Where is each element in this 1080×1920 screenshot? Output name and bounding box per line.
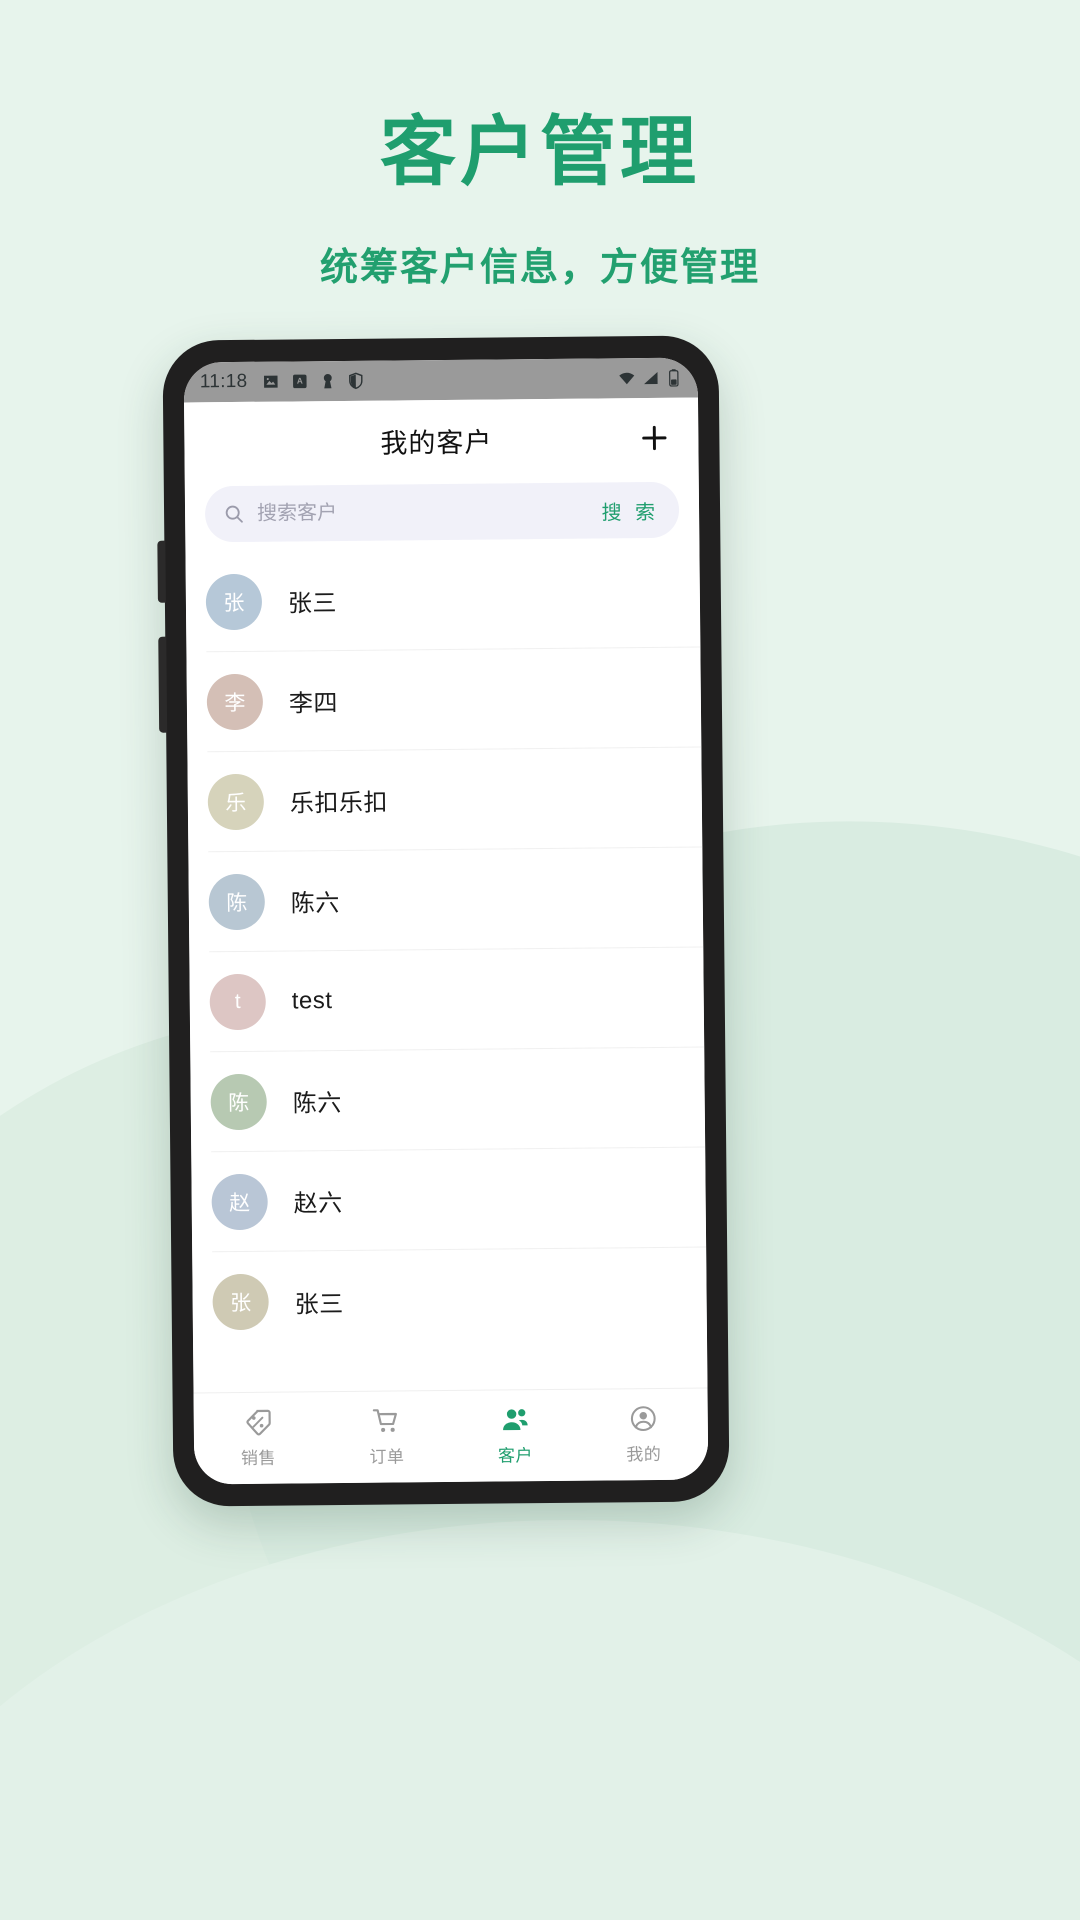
status-bar: 11:18 A: [183, 357, 698, 403]
table-row[interactable]: 张 张三: [212, 1248, 707, 1353]
table-row[interactable]: 赵 赵六: [211, 1147, 707, 1253]
tab-orders[interactable]: 订单: [322, 1391, 451, 1483]
profile-icon: [631, 1406, 656, 1432]
add-customer-button[interactable]: [632, 416, 676, 460]
table-row[interactable]: 乐 乐扣乐扣: [207, 747, 703, 853]
status-bar-left-icons: A: [261, 372, 364, 391]
avatar: t: [209, 973, 267, 1030]
table-row[interactable]: 张 张三: [205, 547, 701, 653]
customers-icon: [502, 1409, 528, 1431]
avatar: 乐: [207, 773, 265, 830]
tab-label: 客户: [497, 1446, 533, 1466]
page-title: 客户管理: [380, 110, 700, 195]
tab-label: 我的: [626, 1444, 662, 1465]
phone-screen: 11:18 A 我的客户 搜索客户 搜 索 张 张三 李 李四 乐 乐扣乐扣 陈…: [183, 357, 709, 1485]
search-input[interactable]: [256, 499, 592, 526]
bottom-tab-bar: 销售 订单 客户 我的: [193, 1387, 709, 1485]
status-bar-time: 11:18: [199, 370, 248, 393]
app-title: 我的客户: [380, 427, 493, 459]
promo-headings: 客户管理 统筹客户信息，方便管理: [0, 110, 1080, 291]
cart-icon: [373, 1409, 398, 1432]
status-bar-right-icons: [618, 369, 682, 388]
svg-text:A: A: [296, 377, 302, 386]
avatar: 张: [212, 1273, 269, 1331]
search-icon: [223, 503, 245, 525]
translate-icon: A: [292, 374, 307, 389]
customer-name: test: [291, 986, 333, 1014]
avatar: 赵: [211, 1173, 268, 1230]
search-bar[interactable]: 搜 索: [204, 481, 680, 543]
tab-sales[interactable]: 销售: [194, 1392, 323, 1484]
image-icon: [263, 375, 278, 388]
tab-label: 销售: [240, 1448, 276, 1468]
wifi-icon: [619, 372, 635, 385]
tab-label: 订单: [369, 1447, 405, 1467]
avatar: 李: [206, 673, 264, 730]
customer-name: 乐扣乐扣: [289, 789, 388, 818]
signal-icon: [644, 371, 658, 385]
search-submit-button[interactable]: 搜 索: [591, 495, 659, 525]
table-row[interactable]: 陈 陈六: [208, 847, 704, 953]
app-header: 我的客户: [184, 397, 699, 483]
table-row[interactable]: 李 李四: [206, 647, 702, 753]
keyhole-icon: [323, 374, 332, 389]
table-row[interactable]: 陈 陈六: [210, 1047, 706, 1153]
shield-icon: [348, 372, 363, 390]
tab-customers[interactable]: 客户: [451, 1390, 580, 1482]
sales-tag-icon: [246, 1409, 271, 1436]
customer-list[interactable]: 张 张三 李 李四 乐 乐扣乐扣 陈 陈六 t test 陈 陈六 赵 赵六 张…: [185, 547, 708, 1393]
customer-name: 陈六: [290, 890, 340, 918]
status-bar-spacer: [364, 378, 617, 380]
tab-profile[interactable]: 我的: [579, 1389, 708, 1481]
customer-name: 张三: [294, 1290, 344, 1318]
customer-name: 赵六: [293, 1190, 343, 1218]
page-subtitle: 统筹客户信息，方便管理: [319, 247, 760, 290]
plus-icon: [642, 425, 667, 451]
customer-name: 李四: [288, 690, 339, 718]
customer-name: 张三: [287, 590, 338, 618]
customer-name: 陈六: [292, 1090, 342, 1118]
battery-icon: [669, 369, 679, 387]
table-row[interactable]: t test: [209, 947, 705, 1053]
avatar: 陈: [210, 1073, 267, 1130]
avatar: 张: [205, 573, 263, 630]
search-section: 搜 索: [184, 477, 700, 553]
phone-mockup: 11:18 A 我的客户 搜索客户 搜 索 张 张三 李 李四 乐 乐扣乐扣 陈…: [162, 335, 730, 1507]
avatar: 陈: [208, 873, 266, 930]
